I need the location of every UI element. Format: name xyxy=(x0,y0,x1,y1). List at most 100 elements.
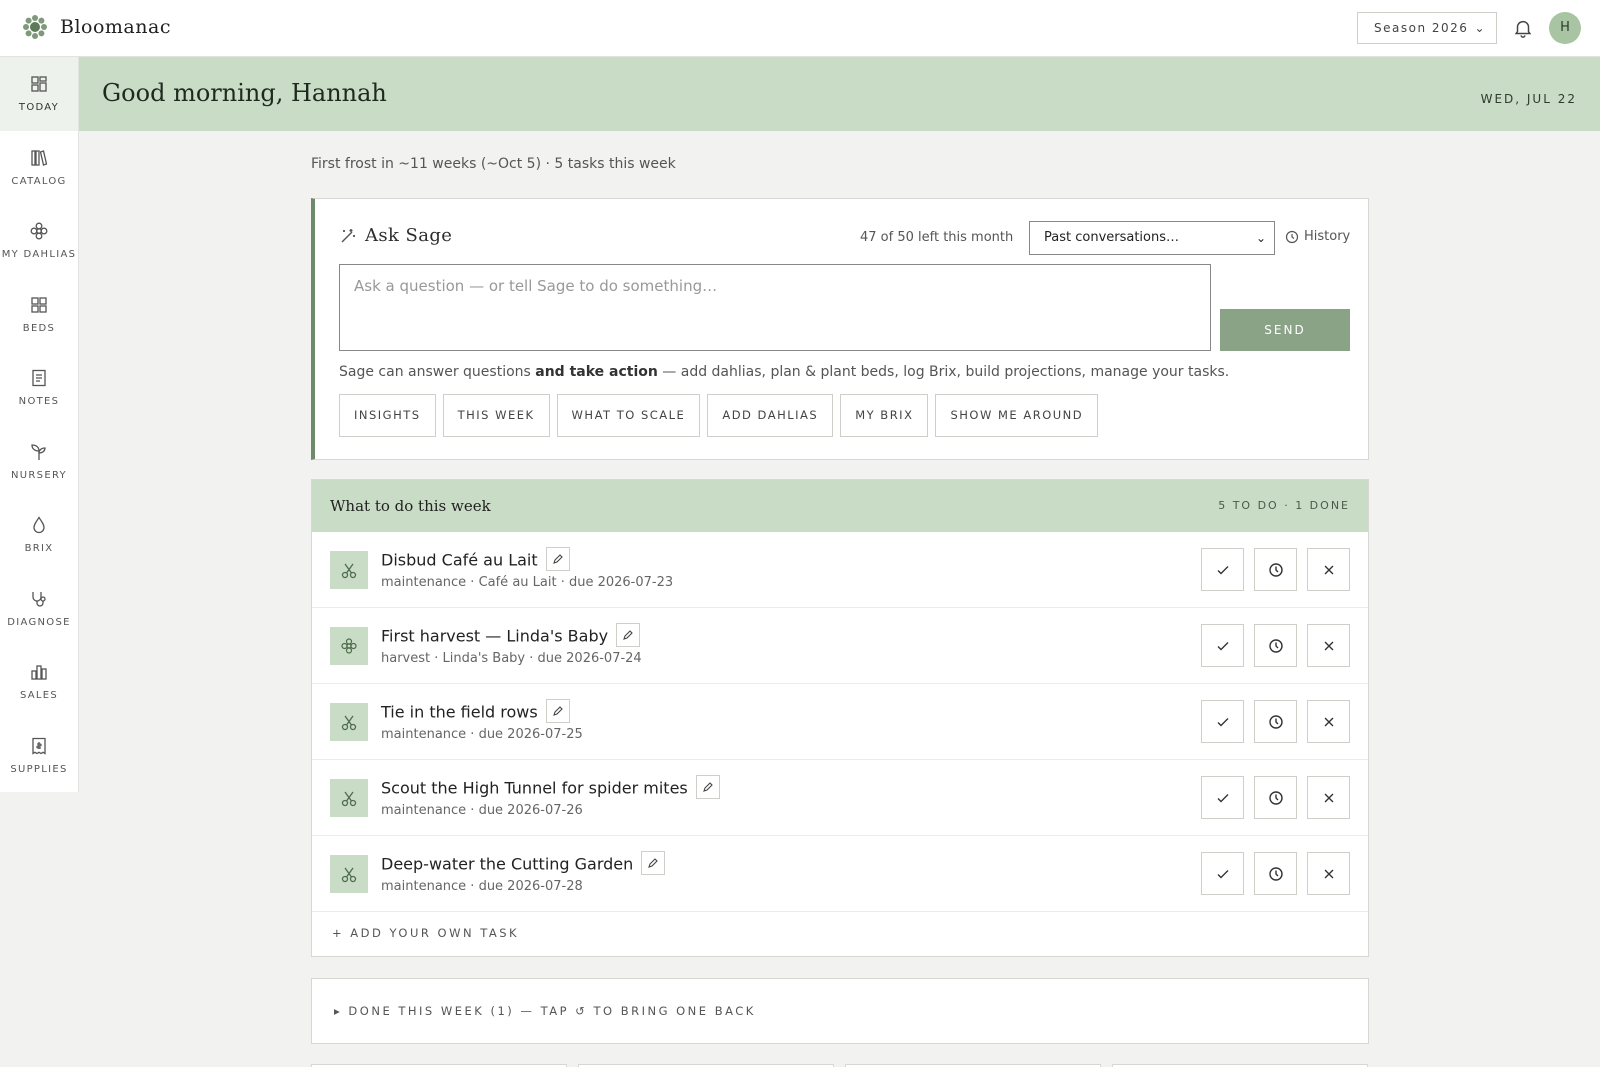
chip-add-dahlias[interactable]: ADD DAHLIAS xyxy=(707,394,834,437)
top-bar: Bloomanac Season 2026 ⌄ H xyxy=(0,0,1600,57)
sidebar-item-beds[interactable]: BEDS xyxy=(0,278,78,352)
sidebar-item-label: CATALOG xyxy=(11,175,67,187)
scissors-icon xyxy=(341,563,357,579)
chip-this-week[interactable]: THIS WEEK xyxy=(442,394,550,437)
task-title: Disbud Café au Lait xyxy=(381,547,570,573)
snooze-task-button[interactable] xyxy=(1254,700,1297,743)
task-meta: maintenance · due 2026-07-25 xyxy=(381,727,583,742)
check-icon xyxy=(1217,793,1228,802)
sidebar-item-supplies[interactable]: SUPPLIES xyxy=(0,719,78,793)
task-actions xyxy=(1191,700,1350,743)
sidebar-item-label: NOTES xyxy=(18,396,60,408)
complete-task-button[interactable] xyxy=(1201,700,1244,743)
task-type-badge xyxy=(330,779,368,817)
season-select[interactable]: Season 2026 ⌄ xyxy=(1357,12,1497,44)
snooze-task-button[interactable] xyxy=(1254,776,1297,819)
history-icon xyxy=(1285,230,1299,243)
season-label: Season 2026 xyxy=(1374,21,1469,35)
task-actions xyxy=(1191,548,1350,591)
done-this-week-toggle[interactable]: ▸ DONE THIS WEEK (1) — TAP ↺ TO BRING ON… xyxy=(334,1004,756,1018)
task-title-text: First harvest — Linda's Baby xyxy=(381,626,609,646)
sage-question-input[interactable]: Ask a question — or tell Sage to do some… xyxy=(339,264,1211,351)
sidebar-item-label: SALES xyxy=(19,690,59,702)
complete-task-button[interactable] xyxy=(1201,624,1244,667)
brand[interactable]: Bloomanac xyxy=(22,14,171,40)
send-button[interactable]: SEND xyxy=(1220,309,1350,351)
edit-task-button[interactable] xyxy=(616,623,641,647)
dismiss-task-button[interactable] xyxy=(1307,624,1350,667)
sage-description: Sage can answer questions and take actio… xyxy=(339,364,1229,380)
task-actions xyxy=(1191,624,1350,667)
close-icon xyxy=(1324,641,1333,650)
scissors-icon xyxy=(341,867,357,883)
task-meta: maintenance · due 2026-07-26 xyxy=(381,803,583,818)
complete-task-button[interactable] xyxy=(1201,548,1244,591)
edit-task-button[interactable] xyxy=(545,699,570,723)
sidebar-item-sales[interactable]: SALES xyxy=(0,645,78,719)
chip-my-brix[interactable]: MY BRIX xyxy=(840,394,929,437)
task-actions xyxy=(1191,852,1350,895)
sidebar-item-today[interactable]: TODAY xyxy=(0,57,78,131)
pencil-icon xyxy=(623,630,633,640)
sidebar-item-label: SUPPLIES xyxy=(10,763,68,775)
drop-icon xyxy=(33,516,45,534)
scissors-icon xyxy=(341,715,357,731)
dismiss-task-button[interactable] xyxy=(1307,852,1350,895)
snooze-task-button[interactable] xyxy=(1254,624,1297,667)
task-actions xyxy=(1191,776,1350,819)
ask-sage-panel: Ask Sage 47 of 50 left this month Past c… xyxy=(311,198,1369,460)
sidebar-item-my-dahlias[interactable]: MY DAHLIAS xyxy=(0,204,78,278)
add-task-button[interactable]: + ADD YOUR OWN TASK xyxy=(332,926,519,940)
sidebar: TODAY CATALOG MY DAHLIAS BEDS NOTES NURS… xyxy=(0,57,79,792)
task-title-text: Scout the High Tunnel for spider mites xyxy=(381,778,688,798)
task-type-badge xyxy=(330,703,368,741)
dismiss-task-button[interactable] xyxy=(1307,700,1350,743)
sidebar-item-label: BRIX xyxy=(24,543,54,555)
sidebar-item-notes[interactable]: NOTES xyxy=(0,351,78,425)
chip-insights[interactable]: INSIGHTS xyxy=(339,394,436,437)
clock-icon xyxy=(1268,866,1283,881)
ask-sage-header: Ask Sage xyxy=(339,225,452,246)
chip-show-me-around[interactable]: SHOW ME AROUND xyxy=(935,394,1099,437)
task-type-badge xyxy=(330,855,368,893)
flower-icon xyxy=(30,222,48,240)
dismiss-task-button[interactable] xyxy=(1307,548,1350,591)
quick-prompts: INSIGHTS THIS WEEK WHAT TO SCALE ADD DAH… xyxy=(339,394,1105,437)
check-icon xyxy=(1217,565,1228,574)
tasks-title: What to do this week xyxy=(330,497,491,515)
magic-wand-icon xyxy=(341,228,355,242)
clock-icon xyxy=(1268,714,1283,729)
chip-what-to-scale[interactable]: WHAT TO SCALE xyxy=(556,394,701,437)
sidebar-item-diagnose[interactable]: DIAGNOSE xyxy=(0,572,78,646)
avatar[interactable]: H xyxy=(1549,12,1581,44)
history-link[interactable]: History xyxy=(1285,229,1350,244)
edit-task-button[interactable] xyxy=(695,775,720,799)
past-conversations-label: Past conversations… xyxy=(1044,230,1180,245)
task-title: Scout the High Tunnel for spider mites xyxy=(381,775,720,801)
beds-grid-icon xyxy=(31,297,47,313)
sidebar-item-label: MY DAHLIAS xyxy=(1,249,77,261)
bell-icon[interactable] xyxy=(1512,17,1534,39)
logo-icon xyxy=(23,15,47,39)
pencil-icon xyxy=(648,858,659,868)
complete-task-button[interactable] xyxy=(1201,776,1244,819)
task-type-badge xyxy=(330,551,368,589)
tasks-header: What to do this week 5 TO DO · 1 DONE xyxy=(312,480,1368,532)
task-row: Deep-water the Cutting Garden maintenanc… xyxy=(312,836,1368,912)
sage-desc-text: Sage can answer questions xyxy=(339,364,536,380)
sidebar-item-brix[interactable]: BRIX xyxy=(0,498,78,572)
edit-task-button[interactable] xyxy=(545,547,570,571)
weekly-tasks-panel: What to do this week 5 TO DO · 1 DONE Di… xyxy=(311,479,1369,957)
sidebar-item-catalog[interactable]: CATALOG xyxy=(0,131,78,205)
past-conversations-select[interactable]: Past conversations… ⌄ xyxy=(1029,221,1275,255)
edit-task-button[interactable] xyxy=(641,851,666,875)
snooze-task-button[interactable] xyxy=(1254,852,1297,895)
sidebar-item-nursery[interactable]: NURSERY xyxy=(0,425,78,499)
snooze-task-button[interactable] xyxy=(1254,548,1297,591)
task-title-text: Deep-water the Cutting Garden xyxy=(381,854,634,874)
page-title: Good morning, Hannah xyxy=(102,79,387,107)
sidebar-item-label: BEDS xyxy=(22,322,56,334)
complete-task-button[interactable] xyxy=(1201,852,1244,895)
dismiss-task-button[interactable] xyxy=(1307,776,1350,819)
task-meta: harvest · Linda's Baby · due 2026-07-24 xyxy=(381,651,642,666)
